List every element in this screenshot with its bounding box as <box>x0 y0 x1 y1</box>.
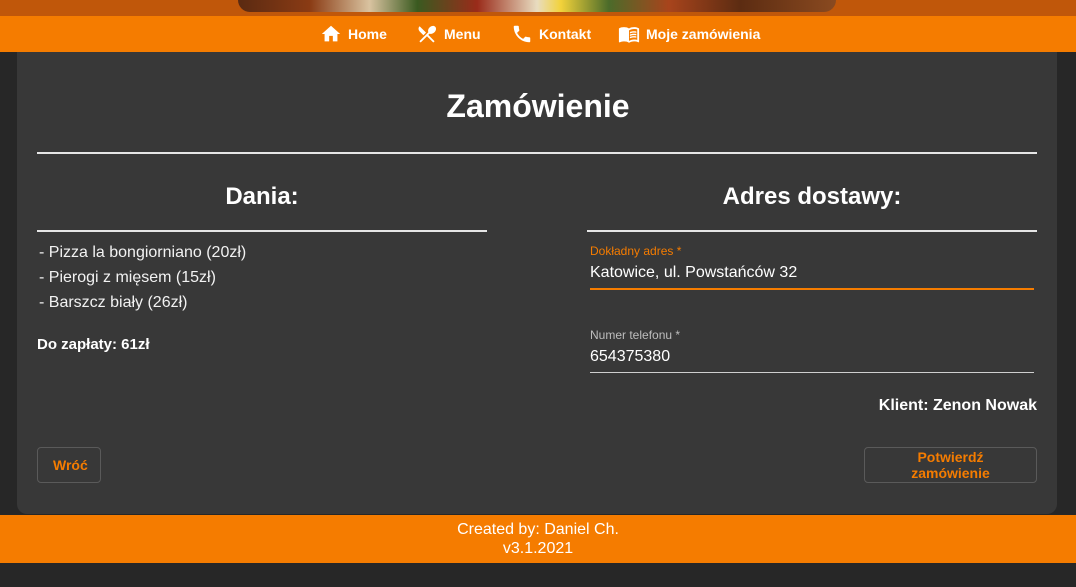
food-banner-image <box>238 0 836 12</box>
page-title: Zamówienie <box>446 88 630 124</box>
nav-contact[interactable]: Kontakt <box>511 16 591 52</box>
address-input-underline <box>590 288 1034 290</box>
back-button[interactable]: Wróć <box>37 447 101 483</box>
footer-version: v3.1.2021 <box>502 540 574 557</box>
address-divider <box>587 230 1037 232</box>
nav-home[interactable]: Home <box>320 16 387 52</box>
address-field-label: Dokładny adres * <box>590 244 682 258</box>
total-amount: Do zapłaty: 61zł <box>37 336 150 353</box>
title-divider <box>37 152 1037 154</box>
header-banner <box>0 0 1076 16</box>
address-input[interactable] <box>590 261 1033 285</box>
dish-item: - Barszcz biały (26zł) <box>39 294 188 311</box>
nav-menu[interactable]: Menu <box>416 16 481 52</box>
dish-item: - Pizza la bongiorniano (20zł) <box>39 244 247 261</box>
dish-item: - Pierogi z mięsem (15zł) <box>39 269 216 286</box>
address-heading: Adres dostawy: <box>722 183 902 210</box>
nav-my-orders-label: Moje zamówienia <box>646 26 761 42</box>
menu-book-icon <box>618 23 640 45</box>
dishes-heading: Dania: <box>225 183 299 210</box>
footer: Created by: Daniel Ch. v3.1.2021 <box>0 515 1076 563</box>
phone-icon <box>511 23 533 45</box>
confirm-order-button[interactable]: Potwierdź zamówienie <box>864 447 1037 483</box>
dishes-divider <box>37 230 487 232</box>
footer-author: Created by: Daniel Ch. <box>457 521 619 538</box>
nav-menu-label: Menu <box>444 26 481 42</box>
home-icon <box>320 23 342 45</box>
nav-my-orders[interactable]: Moje zamówienia <box>618 16 760 52</box>
nav-home-label: Home <box>348 26 387 42</box>
nav-contact-label: Kontakt <box>539 26 592 42</box>
client-name: Klient: Zenon Nowak <box>878 397 1037 414</box>
cutlery-icon <box>416 23 438 45</box>
phone-input[interactable] <box>590 345 1033 369</box>
navbar: Home Menu Kontakt Moje zamówienia <box>0 16 1076 52</box>
phone-input-underline <box>590 372 1034 373</box>
phone-field-label: Numer telefonu * <box>590 328 681 342</box>
